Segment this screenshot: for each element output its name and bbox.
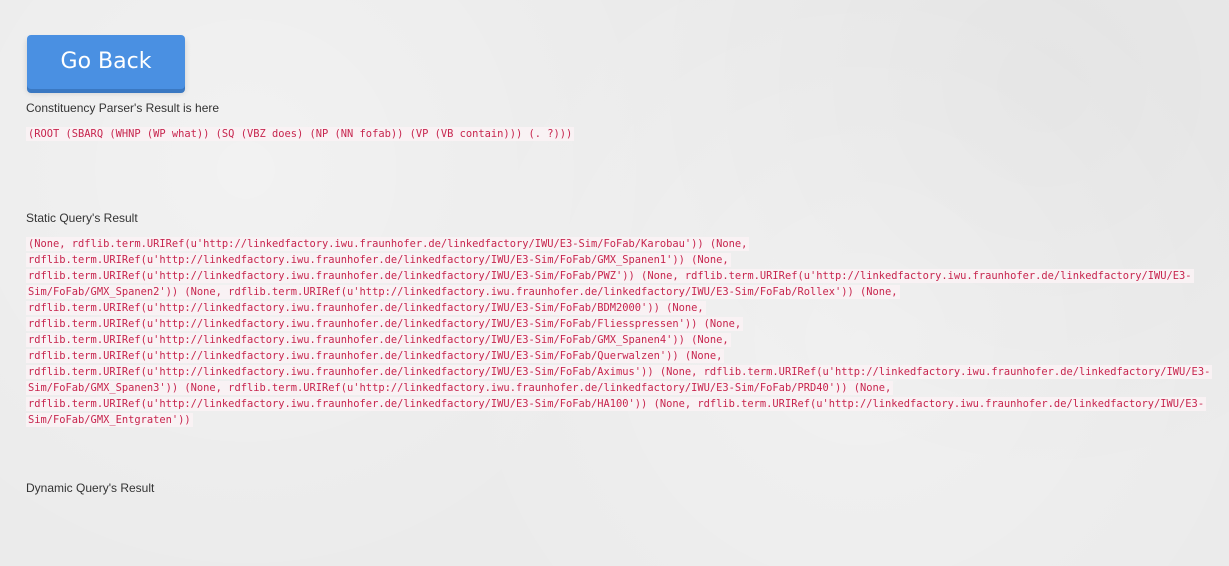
static-query-result: (None, rdflib.term.URIRef(u'http://linke… — [26, 236, 1216, 428]
static-query-title: Static Query's Result — [26, 211, 138, 225]
dynamic-query-title: Dynamic Query's Result — [26, 481, 155, 495]
go-back-button[interactable]: Go Back — [27, 35, 185, 89]
constituency-parser-code: (ROOT (SBARQ (WHNP (WP what)) (SQ (VBZ d… — [26, 127, 575, 141]
static-query-code: (None, rdflib.term.URIRef(u'http://linke… — [26, 237, 1213, 427]
constituency-parser-result: (ROOT (SBARQ (WHNP (WP what)) (SQ (VBZ d… — [26, 126, 1216, 142]
constituency-parser-title: Constituency Parser's Result is here — [26, 101, 220, 115]
